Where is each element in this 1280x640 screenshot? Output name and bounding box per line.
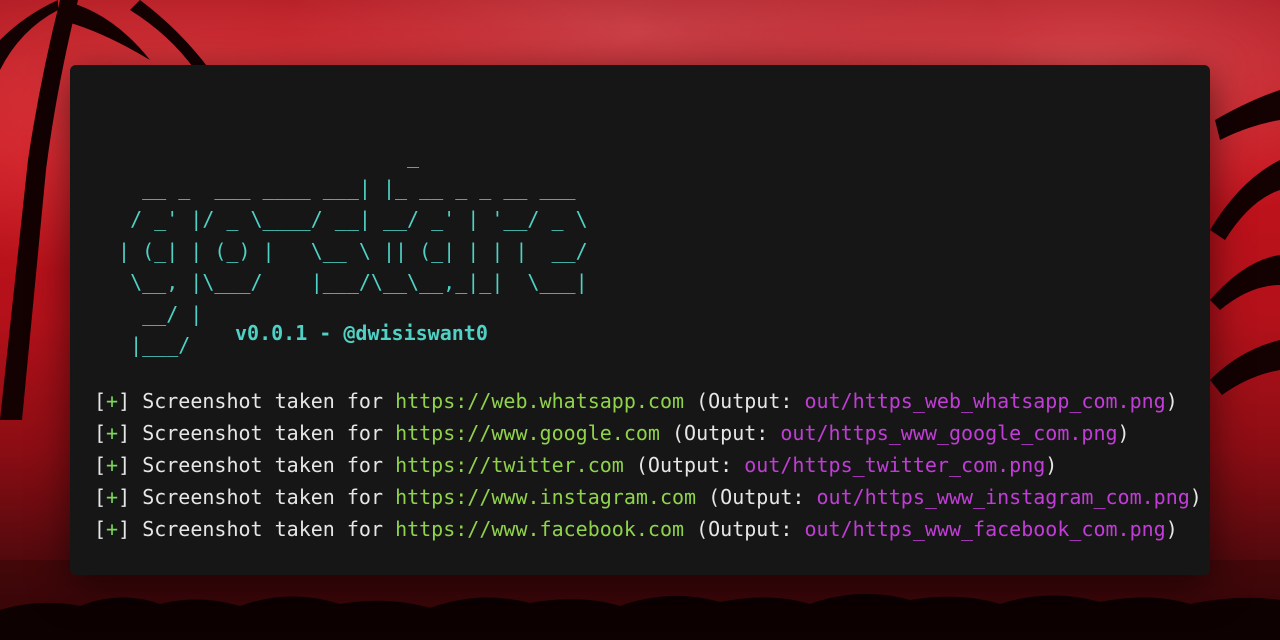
log-output-close: )	[1165, 389, 1178, 413]
log-output-path: out/https_web_whatsapp_com.png	[804, 389, 1166, 413]
log-prefix-open: [	[94, 421, 107, 445]
log-url: https://twitter.com	[395, 453, 624, 477]
log-message: Screenshot taken for	[142, 485, 384, 509]
log-message: Screenshot taken for	[142, 421, 384, 445]
log-output-label: (Output:	[696, 517, 793, 541]
log-output-label: (Output:	[635, 453, 733, 477]
log-output-label: (Output:	[696, 389, 793, 413]
terminal-window: _ __ _ ___ ____ ___| |_ __ _ _ __ ___ / …	[70, 65, 1210, 575]
log-url: https://www.facebook.com	[395, 517, 685, 541]
log-prefix-close: ]	[118, 517, 131, 541]
log-prefix-open: [	[94, 389, 107, 413]
log-line: [+] Screenshot taken for https://web.wha…	[94, 385, 1202, 417]
log-prefix-close: ]	[118, 453, 131, 477]
log-prefix-close: ]	[118, 485, 131, 509]
log-line: [+] Screenshot taken for https://www.ins…	[94, 481, 1202, 513]
log-output-close: )	[1045, 453, 1058, 477]
log-prefix-close: ]	[118, 421, 131, 445]
log-url: https://www.instagram.com	[395, 485, 697, 509]
log-prefix-close: ]	[118, 389, 131, 413]
log-output-label: (Output:	[708, 485, 805, 509]
log-url: https://www.google.com	[395, 421, 660, 445]
log-prefix-plus: +	[106, 485, 119, 509]
log-message: Screenshot taken for	[142, 517, 384, 541]
log-line: [+] Screenshot taken for https://www.goo…	[94, 417, 1202, 449]
log-prefix-plus: +	[106, 453, 119, 477]
log-output-close: )	[1117, 421, 1130, 445]
log-prefix-plus: +	[106, 389, 119, 413]
log-output-close: )	[1189, 485, 1202, 509]
log-prefix-plus: +	[106, 421, 119, 445]
log-output-close: )	[1165, 517, 1178, 541]
log-output-path: out/https_www_google_com.png	[780, 421, 1118, 445]
log-message: Screenshot taken for	[142, 389, 384, 413]
foliage-silhouette	[0, 593, 1280, 640]
log-output-path: out/https_twitter_com.png	[744, 453, 1046, 477]
log-line: [+] Screenshot taken for https://www.fac…	[94, 513, 1202, 545]
log-output-path: out/https_www_instagram_com.png	[816, 485, 1190, 509]
log-prefix-plus: +	[106, 517, 119, 541]
log-output-label: (Output:	[672, 421, 769, 445]
log-output-path: out/https_www_facebook_com.png	[804, 517, 1166, 541]
log-url: https://web.whatsapp.com	[395, 389, 685, 413]
log-output: [+] Screenshot taken for https://web.wha…	[94, 385, 1202, 545]
palm-tree-right	[1210, 90, 1280, 395]
version-label: v0.0.1 - @dwisiswant0	[235, 321, 488, 345]
log-prefix-open: [	[94, 517, 107, 541]
log-prefix-open: [	[94, 453, 107, 477]
log-prefix-open: [	[94, 485, 107, 509]
log-message: Screenshot taken for	[142, 453, 384, 477]
log-line: [+] Screenshot taken for https://twitter…	[94, 449, 1202, 481]
